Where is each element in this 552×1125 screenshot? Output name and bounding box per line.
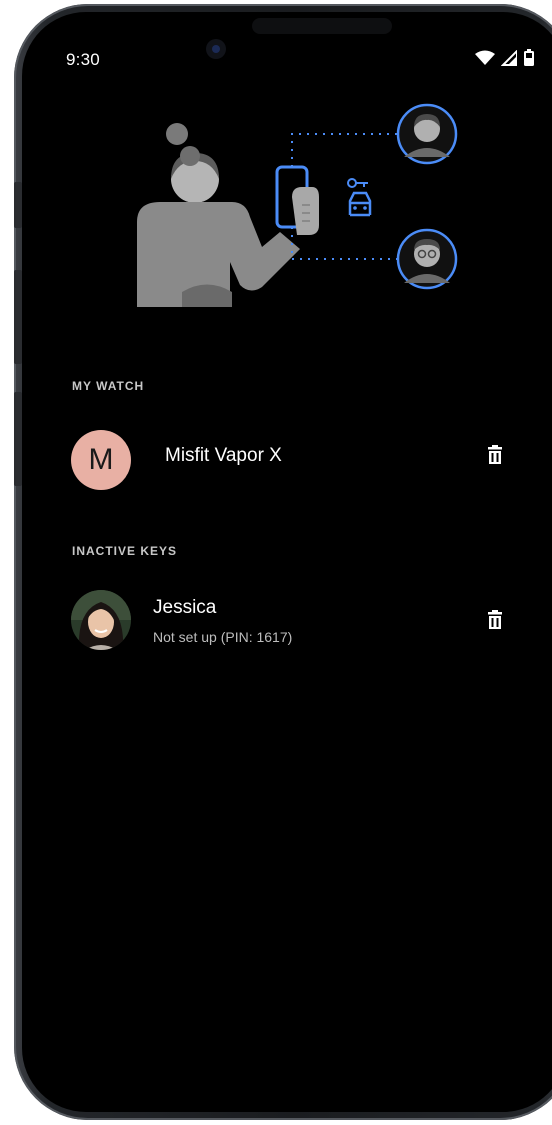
watch-avatar: M <box>71 430 131 490</box>
key-contact-name: Jessica <box>153 597 217 618</box>
key-icon <box>347 178 368 188</box>
status-icons <box>475 49 535 67</box>
section-label-inactive-keys: INACTIVE KEYS <box>72 544 178 558</box>
front-camera <box>206 39 226 59</box>
mute-switch <box>14 182 22 228</box>
trash-icon[interactable] <box>483 608 507 632</box>
screen: 9:30 MY WATCH M Misfit Vapor X INACTIVE … <box>22 12 552 1112</box>
watch-name: Misfit Vapor X <box>165 445 282 466</box>
car-icon <box>348 191 372 217</box>
speaker-grille <box>252 18 392 34</box>
phone-illustration <box>275 165 319 235</box>
battery-icon <box>524 49 534 66</box>
digital-key-illustration <box>137 103 458 307</box>
contact-photo-avatar <box>71 590 131 650</box>
cell-signal-icon <box>501 50 517 66</box>
status-time: 9:30 <box>66 50 100 69</box>
user-avatar-bottom <box>396 228 458 290</box>
volume-down-button <box>14 392 22 486</box>
trash-icon[interactable] <box>483 443 507 467</box>
wifi-icon <box>475 50 495 65</box>
key-status: Not set up (PIN: 1617) <box>153 629 293 645</box>
user-avatar-top <box>396 103 458 165</box>
section-label-my-watch: MY WATCH <box>72 379 145 393</box>
volume-up-button <box>14 270 22 364</box>
